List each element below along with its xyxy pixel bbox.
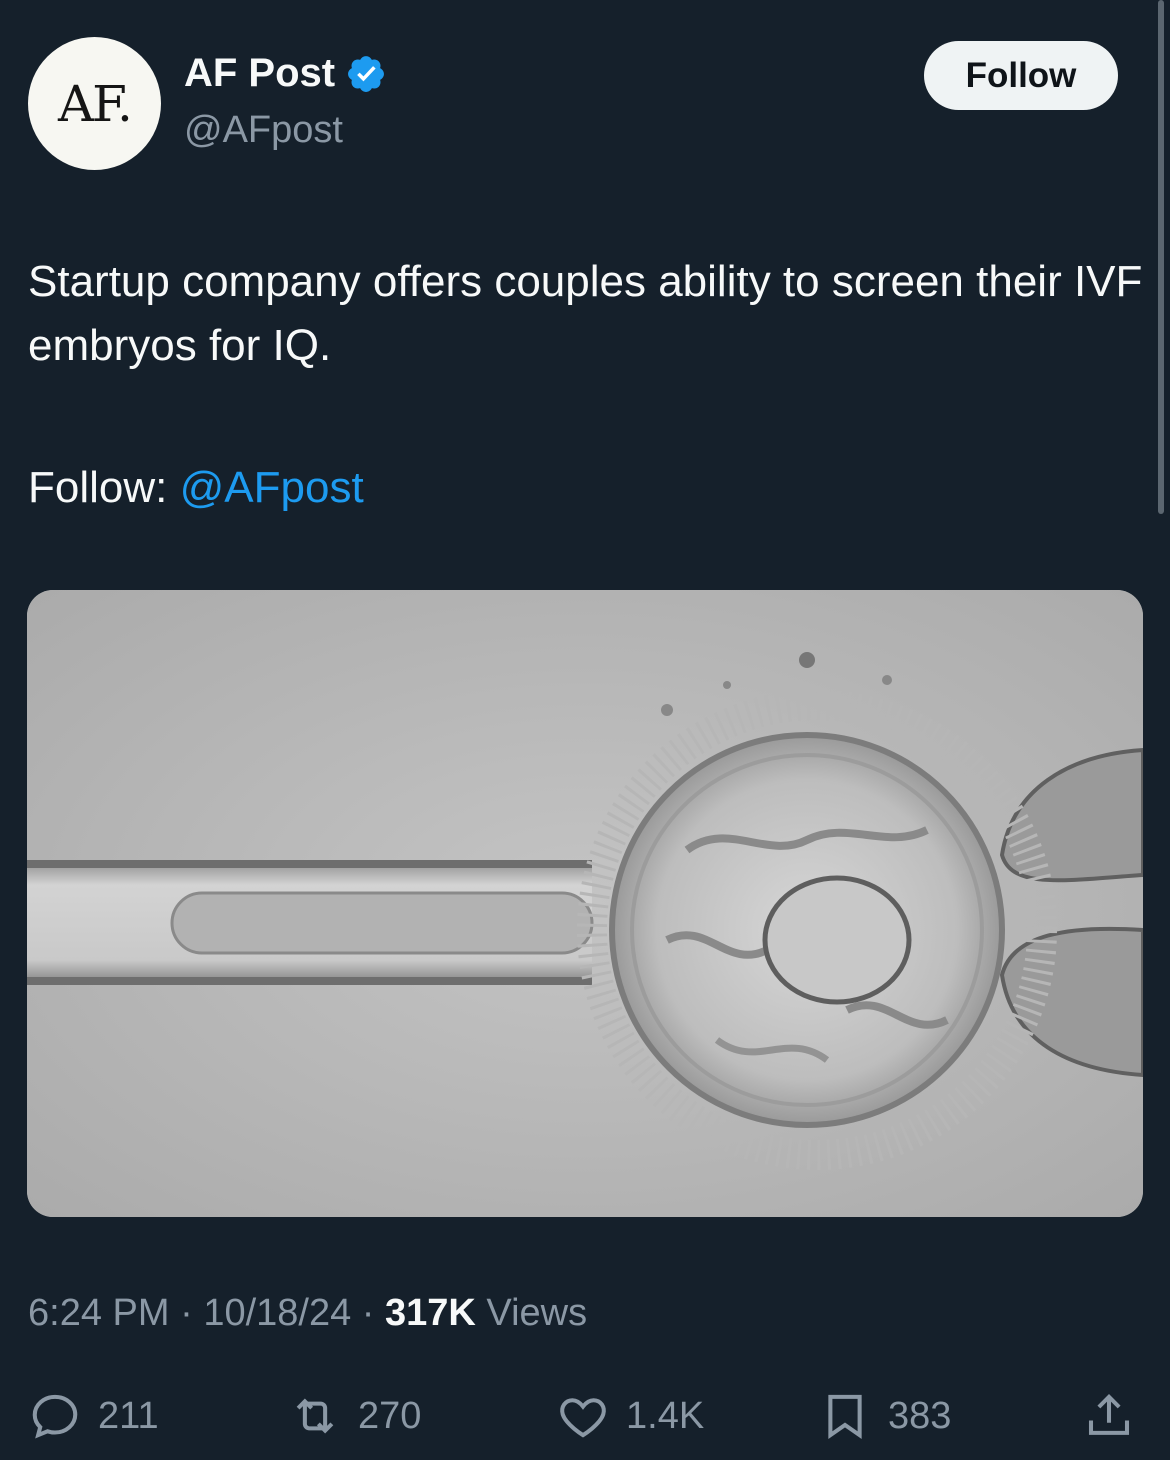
- share-icon: [1088, 1394, 1130, 1435]
- tweet-text: Startup company offers couples ability t…: [28, 257, 1143, 370]
- share-button[interactable]: [1082, 1385, 1136, 1447]
- tweet-header: AF. AF Post @AFpost Follow: [28, 37, 1128, 177]
- repost-count: 270: [358, 1394, 422, 1437]
- views-count: 317K: [385, 1292, 476, 1334]
- tweet-follow-line: Follow: @AFpost: [28, 456, 364, 520]
- bookmark-icon: [828, 1394, 862, 1439]
- scrollbar[interactable]: [1158, 0, 1164, 514]
- reply-count: 211: [98, 1394, 159, 1437]
- tweet-meta: 6:24 PM · 10/18/24 · 317K Views: [28, 1292, 587, 1335]
- meta-separator: ·: [180, 1292, 193, 1334]
- reply-button[interactable]: 211: [28, 1385, 159, 1447]
- tweet-body: Startup company offers couples ability t…: [28, 250, 1148, 378]
- heart-icon: [560, 1398, 606, 1438]
- tweet-actions: 211 270 1.4K 383: [28, 1385, 1140, 1447]
- repost-icon: [296, 1398, 334, 1434]
- bookmark-count: 383: [888, 1394, 952, 1437]
- embryo-micrograph-image: [27, 590, 1143, 1217]
- like-button[interactable]: 1.4K: [556, 1385, 704, 1447]
- meta-separator: ·: [361, 1292, 375, 1334]
- follow-prefix: Follow:: [28, 463, 168, 512]
- mention-link[interactable]: @AFpost: [180, 463, 364, 512]
- author-name-row: AF Post: [184, 51, 387, 96]
- like-count: 1.4K: [626, 1394, 705, 1437]
- follow-button[interactable]: Follow: [924, 41, 1118, 110]
- tweet-media[interactable]: [27, 590, 1143, 1217]
- views-label: Views: [486, 1292, 588, 1334]
- author-name[interactable]: AF Post: [184, 51, 335, 96]
- reply-icon: [32, 1394, 78, 1439]
- tweet-date[interactable]: 10/18/24: [203, 1292, 351, 1334]
- author-handle[interactable]: @AFpost: [184, 109, 343, 152]
- tweet-time[interactable]: 6:24 PM: [28, 1292, 170, 1334]
- avatar-logo-text: AF.: [58, 74, 133, 133]
- avatar[interactable]: AF.: [28, 37, 161, 170]
- verified-badge-icon: [348, 55, 385, 92]
- bookmark-button[interactable]: 383: [818, 1385, 951, 1447]
- repost-button[interactable]: 270: [288, 1385, 421, 1447]
